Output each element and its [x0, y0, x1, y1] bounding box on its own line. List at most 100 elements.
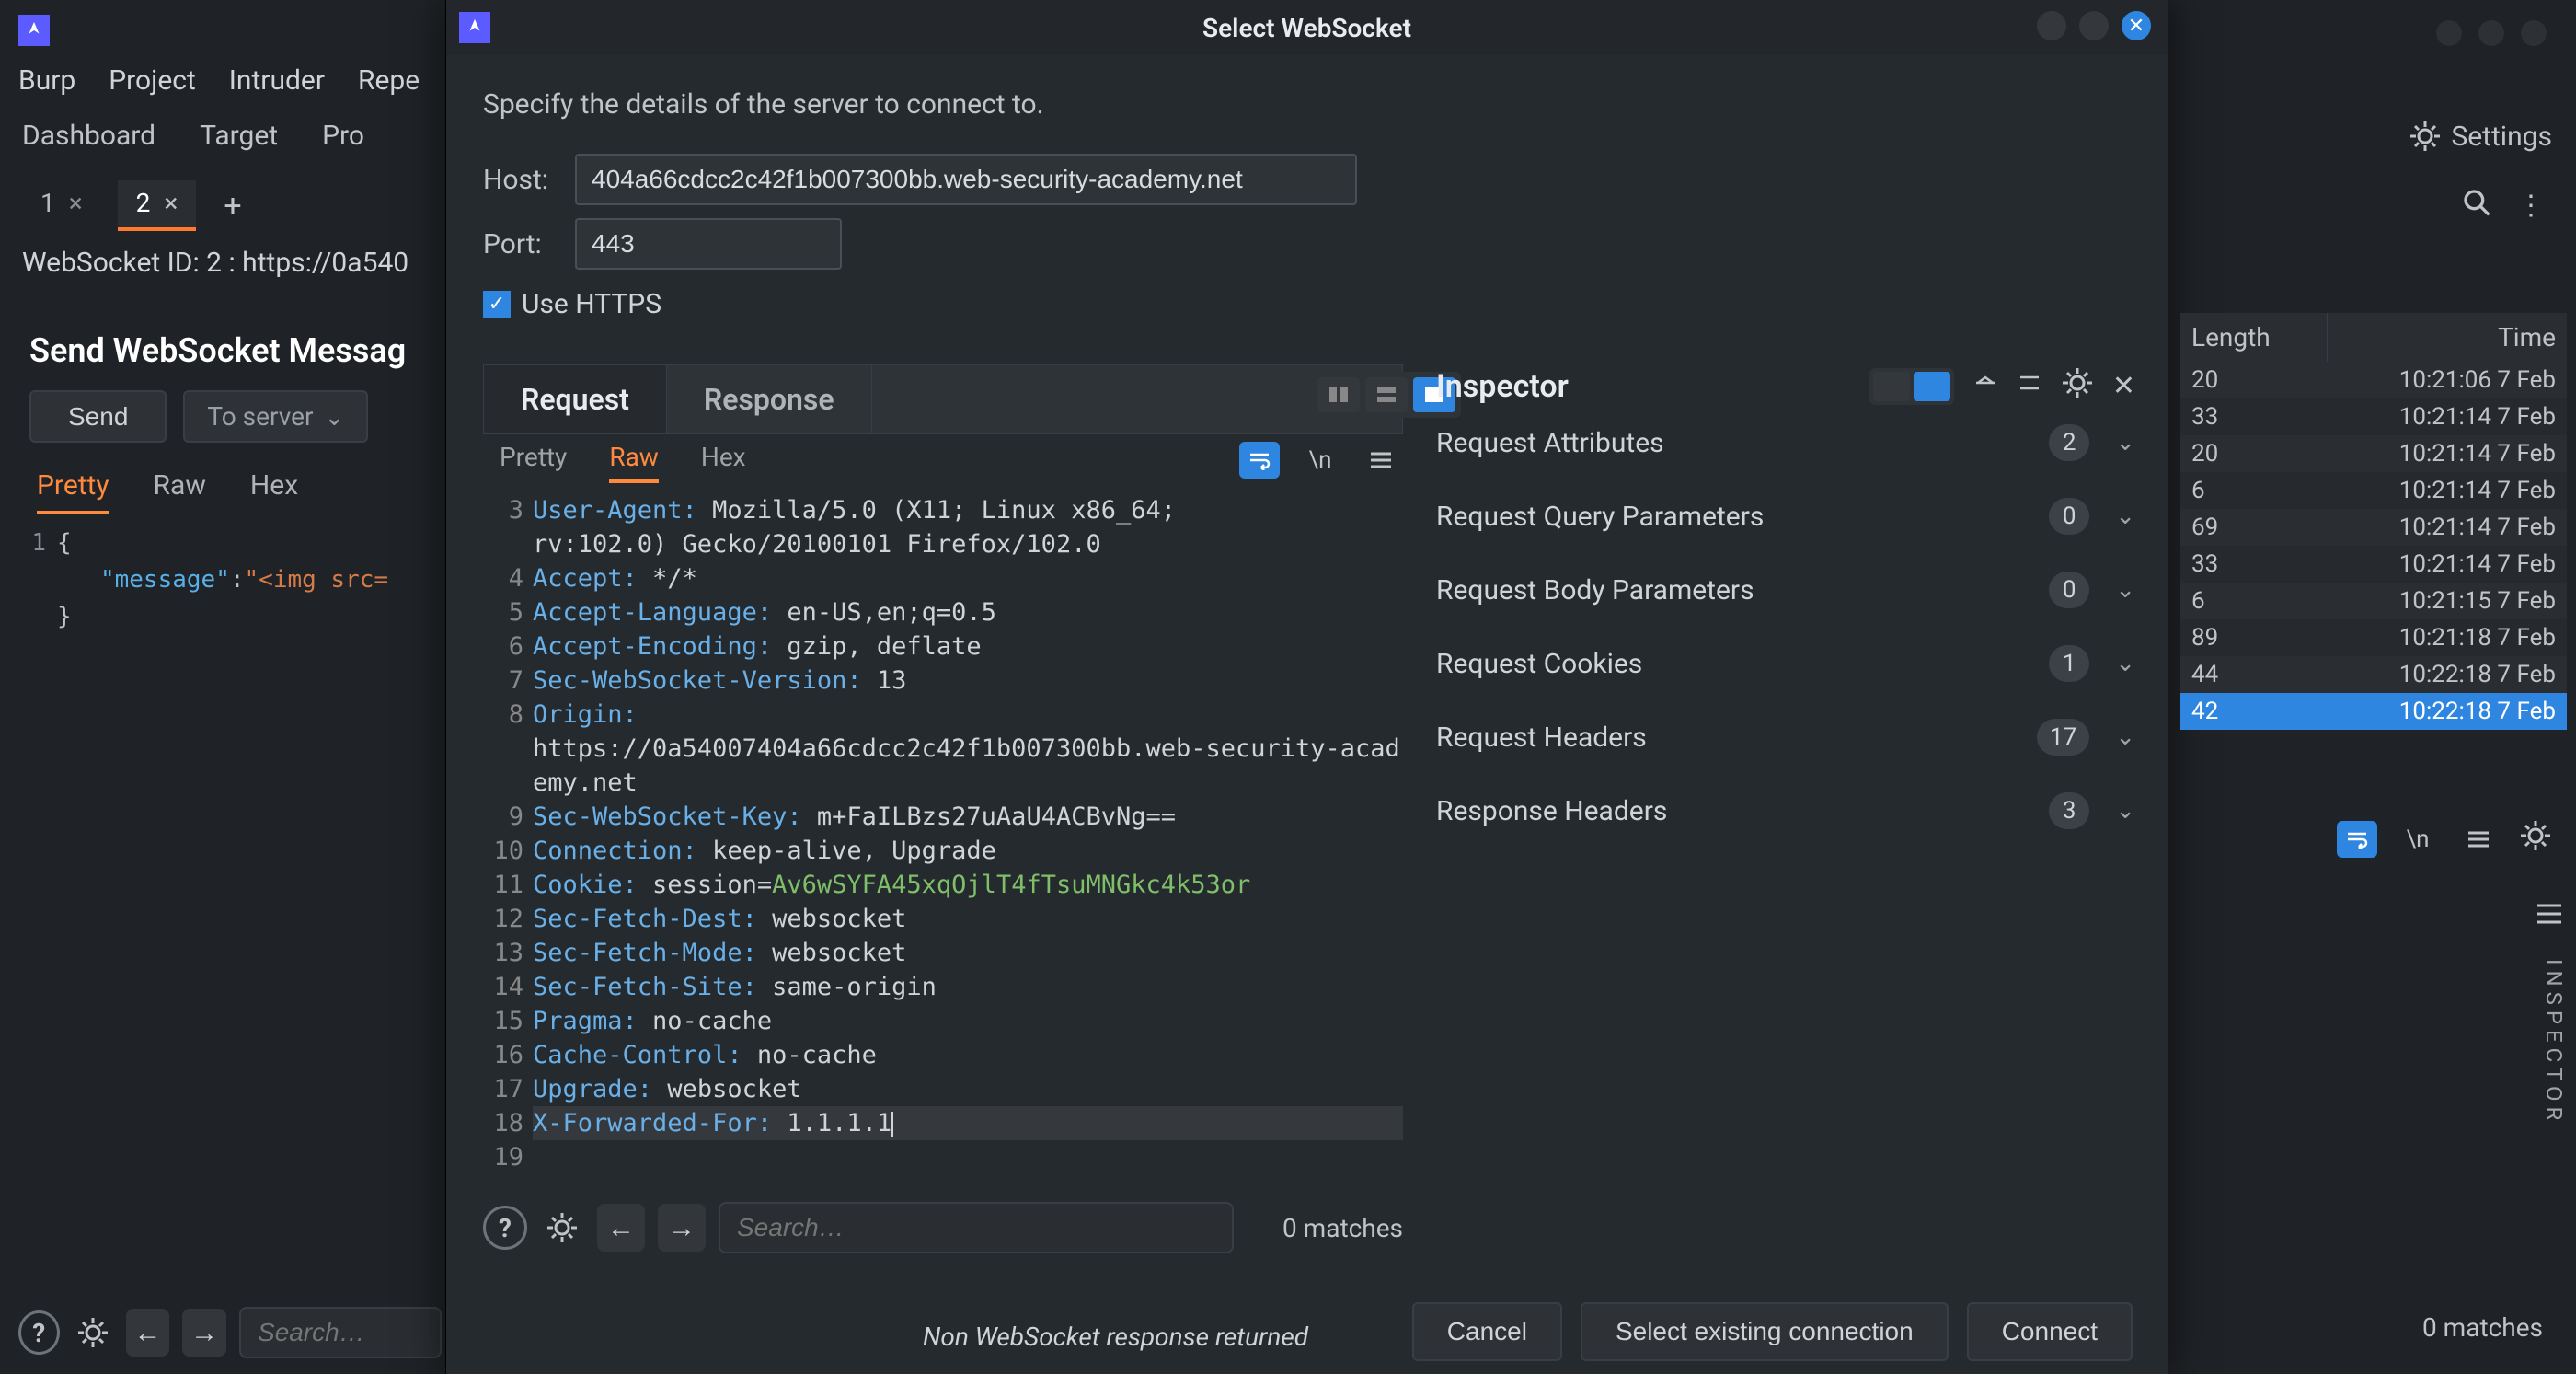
toolbar-right-icons: ⋮ — [2462, 188, 2545, 224]
tab-response[interactable]: Response — [667, 365, 872, 433]
hamburger-icon[interactable] — [2536, 902, 2563, 932]
hamburger-icon[interactable] — [2458, 821, 2499, 858]
use-https-checkbox[interactable]: ✓ — [483, 291, 511, 318]
select-existing-button[interactable]: Select existing connection — [1581, 1302, 1949, 1361]
chevron-down-icon: ⌄ — [2115, 429, 2135, 456]
inspector-section[interactable]: Request Headers17⌄ — [1436, 700, 2135, 774]
inspector-section[interactable]: Request Body Parameters0⌄ — [1436, 553, 2135, 627]
more-icon[interactable]: ⋮ — [2517, 199, 2545, 213]
search-icon[interactable] — [2462, 188, 2491, 224]
menu-repeater[interactable]: Repe — [358, 64, 420, 97]
settings-icon[interactable] — [73, 1310, 113, 1355]
view-raw[interactable]: Raw — [154, 469, 206, 514]
tab-request[interactable]: Request — [484, 365, 667, 433]
port-input[interactable] — [575, 218, 842, 270]
help-icon[interactable]: ? — [483, 1206, 527, 1250]
bg-min-icon[interactable] — [2436, 20, 2462, 46]
direction-select[interactable]: To server — [183, 390, 368, 443]
table-row[interactable]: 8910:21:18 7 Feb — [2180, 619, 2567, 656]
table-row[interactable]: 610:21:14 7 Feb — [2180, 472, 2567, 509]
next-button[interactable]: → — [658, 1204, 706, 1252]
close-icon[interactable]: × — [69, 188, 83, 218]
bg-close-icon[interactable] — [2521, 20, 2547, 46]
host-input[interactable] — [575, 154, 1357, 205]
modal-max-icon[interactable] — [2079, 11, 2109, 40]
wrap-icon[interactable] — [2337, 821, 2377, 858]
table-row[interactable]: 610:21:15 7 Feb — [2180, 583, 2567, 619]
prev-button[interactable]: ← — [597, 1204, 645, 1252]
modal-search-input[interactable] — [719, 1202, 1234, 1253]
menu-intruder[interactable]: Intruder — [229, 64, 325, 97]
chevron-down-icon: ⌄ — [2115, 650, 2135, 677]
menubar: Burp Project Intruder Repe — [18, 64, 420, 97]
gear-icon[interactable] — [2519, 819, 2552, 859]
prev-button[interactable]: ← — [126, 1309, 170, 1357]
expand-icon[interactable] — [1972, 370, 1998, 402]
tab-proxy[interactable]: Pro — [322, 120, 364, 152]
add-tab-button[interactable]: + — [213, 188, 252, 225]
tool-tabs: Dashboard Target Pro — [22, 120, 364, 152]
table-row[interactable]: 3310:21:14 7 Feb — [2180, 398, 2567, 435]
modal-view-raw[interactable]: Raw — [609, 442, 659, 483]
settings-label: Settings — [2451, 121, 2552, 153]
newline-icon[interactable]: \n — [2398, 821, 2438, 858]
layout-icon[interactable] — [1873, 372, 1910, 401]
inspector-section[interactable]: Request Query Parameters0⌄ — [1436, 479, 2135, 553]
inspector-section[interactable]: Request Cookies1⌄ — [1436, 627, 2135, 700]
history-table: Length Time 2010:21:06 7 Feb3310:21:14 7… — [2180, 313, 2567, 730]
hamburger-icon[interactable] — [1361, 442, 1401, 479]
message-editor[interactable]: 1{ "message":"<img src=} — [18, 525, 443, 1261]
chevron-down-icon: ⌄ — [2115, 723, 2135, 751]
inspector-section-label: Request Query Parameters — [1436, 501, 1764, 533]
settings-icon[interactable] — [540, 1206, 584, 1250]
table-row[interactable]: 2010:21:14 7 Feb — [2180, 435, 2567, 472]
count-badge: 2 — [2049, 424, 2089, 461]
table-row[interactable]: 2010:21:06 7 Feb — [2180, 362, 2567, 398]
host-label: Host: — [483, 164, 575, 196]
modal-view-pretty[interactable]: Pretty — [500, 442, 567, 483]
chevron-down-icon: ⌄ — [2115, 576, 2135, 604]
chevron-down-icon — [324, 401, 344, 432]
inspector-side-label[interactable]: INSPECTOR — [2541, 959, 2567, 1126]
modal-min-icon[interactable] — [2037, 11, 2066, 40]
table-row[interactable]: 4410:22:18 7 Feb — [2180, 656, 2567, 693]
settings-button[interactable]: Settings — [2409, 120, 2552, 153]
help-icon[interactable]: ? — [18, 1310, 60, 1355]
layout-rows-icon[interactable] — [1365, 377, 1408, 412]
search-input[interactable] — [239, 1307, 442, 1358]
inspector-section[interactable]: Response Headers3⌄ — [1436, 774, 2135, 848]
menu-burp[interactable]: Burp — [18, 64, 75, 97]
app-icon — [459, 12, 490, 43]
tab-target[interactable]: Target — [200, 120, 278, 152]
layout-icon[interactable] — [1914, 372, 1950, 401]
gear-icon[interactable] — [2061, 366, 2094, 406]
table-row[interactable]: 3310:21:14 7 Feb — [2180, 546, 2567, 583]
newline-icon[interactable]: \n — [1300, 442, 1340, 479]
collapse-icon[interactable] — [2017, 370, 2042, 402]
bg-max-icon[interactable] — [2478, 20, 2504, 46]
table-row[interactable]: 6910:21:14 7 Feb — [2180, 509, 2567, 546]
connect-button[interactable]: Connect — [1967, 1302, 2133, 1361]
view-hex[interactable]: Hex — [250, 469, 298, 514]
cancel-button[interactable]: Cancel — [1412, 1302, 1562, 1361]
menu-project[interactable]: Project — [109, 64, 196, 97]
wrap-icon[interactable] — [1239, 442, 1280, 479]
view-pretty[interactable]: Pretty — [37, 469, 109, 514]
tab-dashboard[interactable]: Dashboard — [22, 120, 155, 152]
col-length[interactable]: Length — [2180, 313, 2328, 362]
subtab-1[interactable]: 1 × — [22, 180, 101, 231]
close-icon[interactable]: ✕ — [2112, 370, 2135, 402]
send-button[interactable]: Send — [29, 390, 167, 443]
close-icon[interactable]: × — [164, 188, 178, 218]
col-time[interactable]: Time — [2328, 313, 2567, 362]
modal-close-icon[interactable] — [2122, 11, 2151, 40]
modal-view-hex[interactable]: Hex — [701, 442, 746, 483]
layout-columns-icon[interactable] — [1317, 377, 1360, 412]
inspector-section[interactable]: Request Attributes2⌄ — [1436, 406, 2135, 479]
next-button[interactable]: → — [182, 1309, 226, 1357]
table-row[interactable]: 4210:22:18 7 Feb — [2180, 693, 2567, 730]
subtab-2[interactable]: 2 × — [118, 180, 197, 231]
raw-request-editor[interactable]: 3User-Agent: Mozilla/5.0 (X11; Linux x86… — [483, 493, 1403, 1189]
inspector-layout-toggle[interactable] — [1869, 368, 1954, 405]
count-badge: 17 — [2037, 719, 2089, 756]
